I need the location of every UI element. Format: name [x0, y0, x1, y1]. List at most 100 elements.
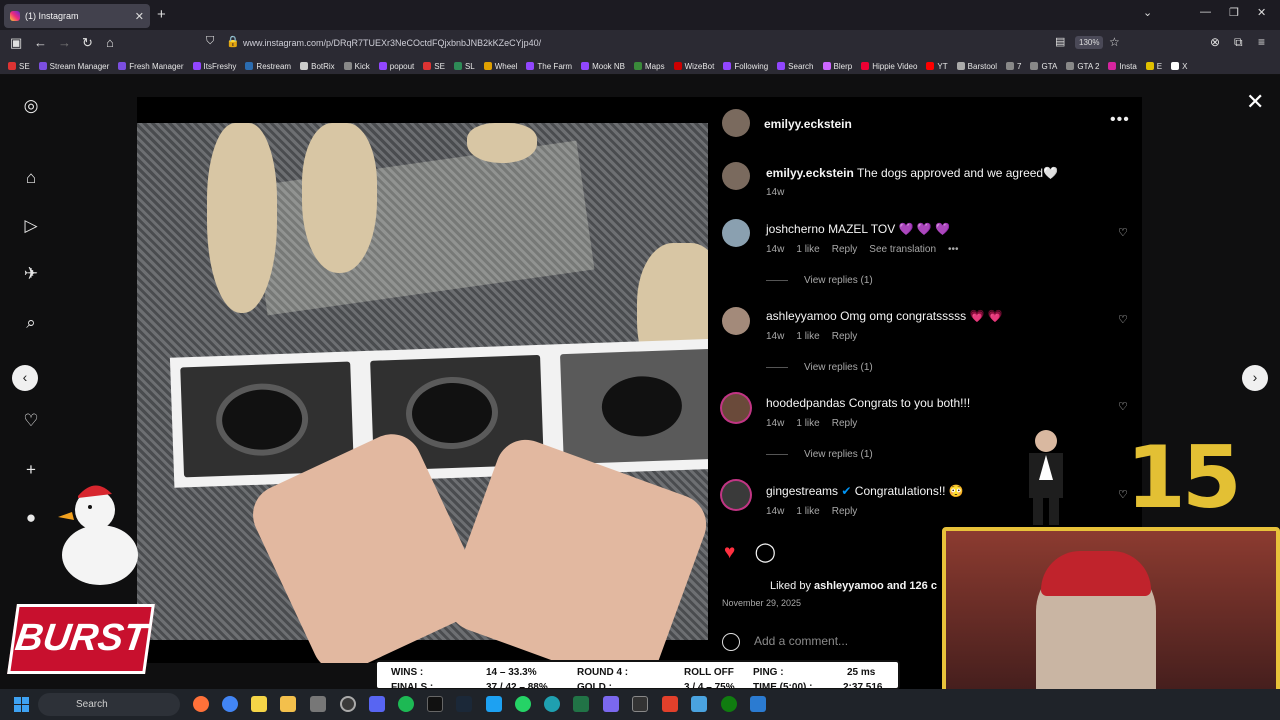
- instagram-logo-icon[interactable]: ◎: [20, 95, 42, 117]
- extensions-icon[interactable]: ⧉: [1234, 35, 1243, 50]
- reels-nav-icon[interactable]: ▷: [20, 215, 42, 237]
- bookmark-item[interactable]: SL: [453, 62, 475, 71]
- bookmark-item[interactable]: Restream: [245, 62, 291, 71]
- reply-button[interactable]: Reply: [832, 506, 858, 517]
- shield-app-icon[interactable]: [691, 696, 707, 712]
- bookmark-item[interactable]: The Farm: [526, 62, 572, 71]
- back-icon[interactable]: ←: [34, 35, 47, 50]
- tab-list-icon[interactable]: ⌄: [1143, 6, 1152, 19]
- tab-close-icon[interactable]: ✕: [135, 10, 144, 23]
- reload-icon[interactable]: ↻: [82, 35, 93, 51]
- bookmark-item[interactable]: Insta: [1108, 62, 1137, 71]
- xbox-icon[interactable]: [721, 696, 737, 712]
- add-comment-field[interactable]: Add a comment...: [722, 633, 848, 651]
- reply-button[interactable]: Reply: [832, 331, 858, 342]
- excel-icon[interactable]: [573, 696, 589, 712]
- post-author[interactable]: emilyy.eckstein: [764, 117, 852, 131]
- bookmark-item[interactable]: Stream Manager: [38, 62, 109, 71]
- red-app-icon[interactable]: [662, 696, 678, 712]
- more-options-icon[interactable]: •••: [1110, 111, 1130, 129]
- bookmark-item[interactable]: popout: [378, 62, 414, 71]
- notes-icon[interactable]: [251, 696, 267, 712]
- home-icon[interactable]: ⌂: [106, 35, 114, 50]
- bookmark-item[interactable]: Hippie Video: [861, 62, 917, 71]
- bookmark-item[interactable]: SE: [423, 62, 445, 71]
- home-nav-icon[interactable]: ⌂: [20, 167, 42, 189]
- liked-heart-icon[interactable]: ♥: [724, 542, 735, 563]
- bookmark-item[interactable]: Maps: [634, 62, 665, 71]
- bookmark-item[interactable]: E: [1145, 62, 1162, 71]
- epic-icon[interactable]: [427, 696, 443, 712]
- comment-more-icon[interactable]: •••: [948, 244, 959, 255]
- browser-tab[interactable]: (1) Instagram ✕: [4, 4, 150, 28]
- caption-avatar[interactable]: [722, 162, 750, 190]
- browser-app-icon[interactable]: [544, 696, 560, 712]
- restore-icon[interactable]: ❐: [1229, 6, 1239, 19]
- minimize-icon[interactable]: —: [1200, 6, 1211, 18]
- bookmark-item[interactable]: Blerp: [822, 62, 852, 71]
- firefox-icon[interactable]: [193, 696, 209, 712]
- notifications-nav-icon[interactable]: ♡: [20, 410, 42, 432]
- author-avatar[interactable]: [722, 109, 750, 137]
- profile-nav-icon[interactable]: ●: [20, 507, 42, 529]
- shield-icon[interactable]: ⛉: [206, 35, 214, 48]
- comment-avatar[interactable]: [722, 219, 750, 247]
- new-tab-icon[interactable]: +: [157, 6, 166, 23]
- next-post-icon[interactable]: ›: [1242, 365, 1268, 391]
- bookmark-item[interactable]: BotRix: [300, 62, 335, 71]
- whatsapp-icon[interactable]: [515, 696, 531, 712]
- bookmark-item[interactable]: ItsFreshy: [192, 62, 236, 71]
- zoom-level[interactable]: 130%: [1075, 36, 1104, 49]
- messages-nav-icon[interactable]: ✈: [20, 263, 42, 285]
- bookmark-item[interactable]: SE: [8, 62, 30, 71]
- discord-icon[interactable]: [369, 696, 385, 712]
- search-nav-icon[interactable]: ⌕: [20, 312, 42, 334]
- emoji-icon[interactable]: [722, 633, 740, 651]
- app-icon[interactable]: [486, 696, 502, 712]
- comment-avatar[interactable]: [722, 481, 750, 509]
- close-post-icon[interactable]: ✕: [1246, 89, 1264, 115]
- bookmark-item[interactable]: Barstool: [956, 62, 997, 71]
- view-replies-button[interactable]: View replies (1): [766, 449, 873, 460]
- bookmark-item[interactable]: YT: [926, 62, 948, 71]
- taskbar-search[interactable]: Search: [38, 693, 180, 716]
- reply-button[interactable]: Reply: [832, 244, 858, 255]
- comment-icon[interactable]: ◯: [755, 542, 776, 563]
- bookmark-item[interactable]: GTA 2: [1066, 62, 1099, 71]
- obs-icon[interactable]: [340, 696, 356, 712]
- bookmark-item[interactable]: GTA: [1030, 62, 1057, 71]
- bookmark-item[interactable]: Kick: [343, 62, 370, 71]
- blue-app-icon[interactable]: [750, 696, 766, 712]
- comment-like-icon[interactable]: ♡: [1118, 226, 1128, 239]
- reader-view-icon[interactable]: ▤: [1055, 35, 1065, 48]
- comment-avatar[interactable]: [722, 394, 750, 422]
- chrome-icon[interactable]: [222, 696, 238, 712]
- comment-avatar[interactable]: [722, 307, 750, 335]
- forward-icon[interactable]: →: [58, 35, 71, 50]
- epic-games-icon[interactable]: [632, 696, 648, 712]
- window-close-icon[interactable]: ✕: [1257, 6, 1266, 19]
- spotify-icon[interactable]: [398, 696, 414, 712]
- bookmark-item[interactable]: Following: [723, 62, 768, 71]
- create-nav-icon[interactable]: +: [20, 459, 42, 481]
- liked-by-user[interactable]: ashleyyamoo: [814, 580, 884, 592]
- bookmark-item[interactable]: WizeBot: [673, 62, 714, 71]
- bookmark-item[interactable]: Wheel: [483, 62, 517, 71]
- bookmark-item[interactable]: Mook NB: [581, 62, 625, 71]
- view-replies-button[interactable]: View replies (1): [766, 275, 873, 286]
- reply-button[interactable]: Reply: [832, 418, 858, 429]
- comment-like-icon[interactable]: ♡: [1118, 313, 1128, 326]
- windows-start-icon[interactable]: [14, 697, 29, 712]
- bookmark-item[interactable]: 7: [1006, 62, 1021, 71]
- file-explorer-icon[interactable]: [280, 696, 296, 712]
- bookmark-star-icon[interactable]: ☆: [1109, 35, 1120, 49]
- bookmark-item[interactable]: X: [1171, 62, 1187, 71]
- grid-app-icon[interactable]: [603, 696, 619, 712]
- prev-post-icon[interactable]: ‹: [12, 365, 38, 391]
- comment-like-icon[interactable]: ♡: [1118, 400, 1128, 413]
- account-icon[interactable]: ⊗: [1210, 35, 1220, 49]
- view-replies-button[interactable]: View replies (1): [766, 362, 873, 373]
- settings-icon[interactable]: [310, 696, 326, 712]
- url-bar[interactable]: www.instagram.com/p/DRqR7TUEXr3NeCOctdFQ…: [243, 38, 541, 48]
- see-translation-button[interactable]: See translation: [869, 244, 936, 255]
